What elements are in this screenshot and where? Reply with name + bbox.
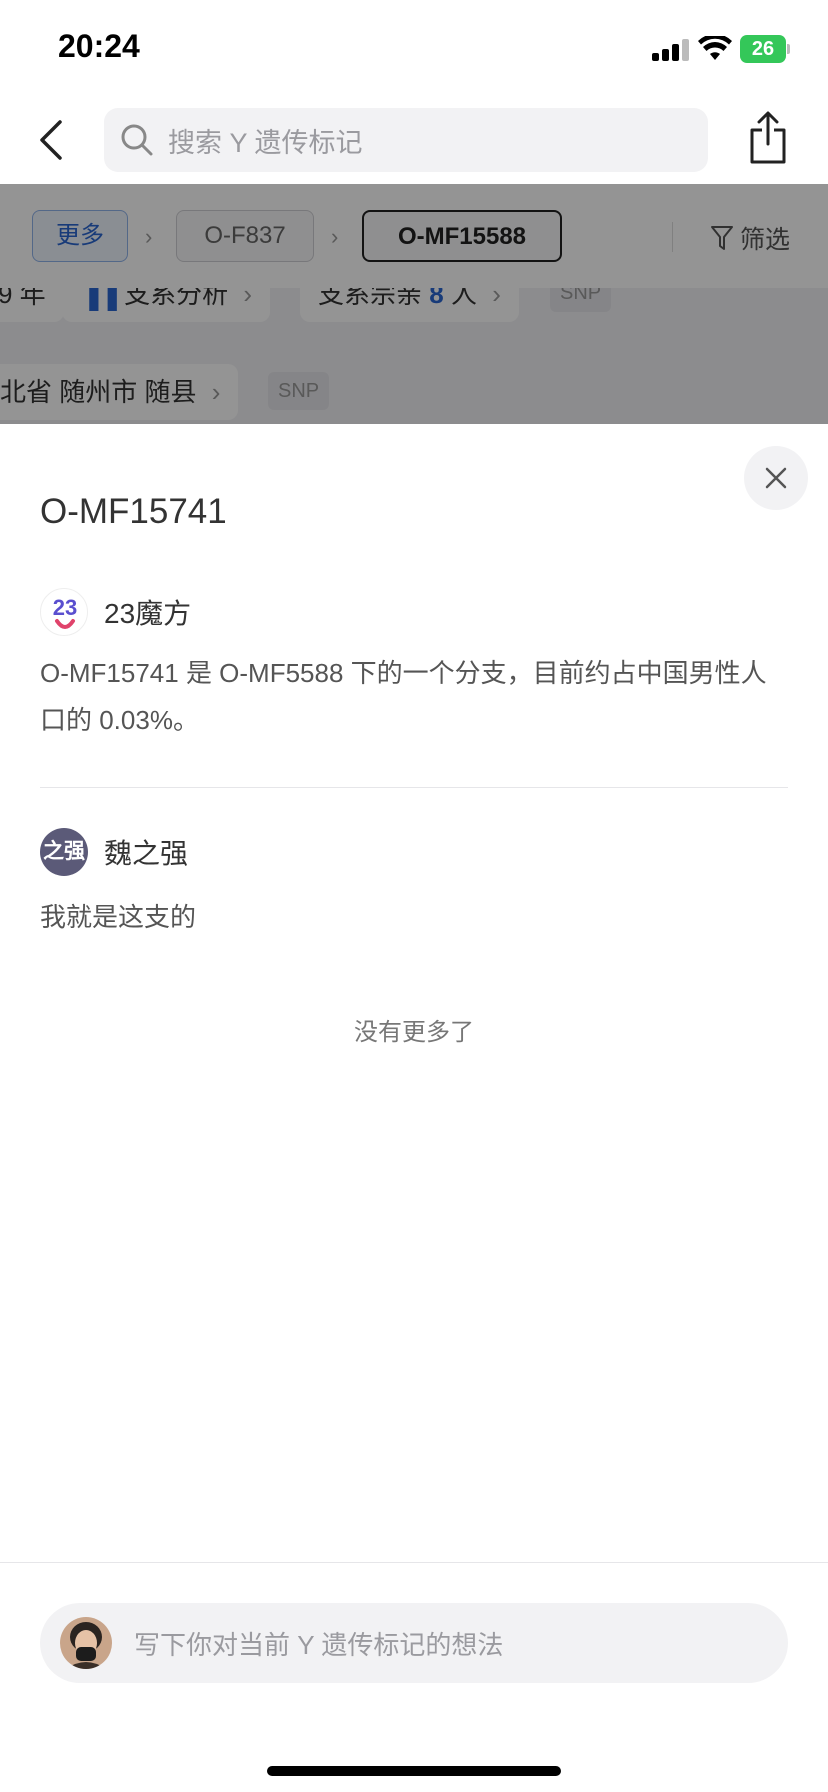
close-button[interactable]	[744, 446, 808, 510]
comment-input[interactable]: 写下你对当前 Y 遗传标记的想法	[40, 1603, 788, 1683]
comment-text: O-MF15741 是 O-MF5588 下的一个分支，目前约占中国男性人口的 …	[40, 658, 767, 735]
share-icon	[750, 111, 786, 164]
battery-icon: 26	[740, 35, 790, 63]
comment-placeholder: 写下你对当前 Y 遗传标记的想法	[134, 1629, 504, 1660]
home-indicator	[267, 1766, 561, 1776]
23mofang-logo-icon: 23	[53, 595, 77, 629]
divider	[0, 1562, 828, 1563]
wifi-icon	[698, 36, 732, 60]
back-button[interactable]	[28, 114, 72, 166]
comment-author: 23 23魔方	[40, 588, 191, 636]
chevron-left-icon	[40, 120, 62, 160]
comment-author: 之强 魏之强	[40, 828, 188, 876]
divider	[40, 787, 788, 788]
comment-text: 我就是这支的	[40, 902, 197, 932]
share-button[interactable]	[748, 110, 792, 170]
svg-text:23: 23	[53, 595, 77, 620]
avatar: 之强	[40, 828, 88, 876]
status-time: 20:24	[58, 28, 140, 64]
author-name: 23魔方	[104, 598, 192, 629]
battery-level: 26	[740, 35, 786, 63]
close-icon	[765, 467, 787, 489]
user-avatar	[60, 1617, 112, 1669]
sheet-title: O-MF15741	[40, 492, 227, 531]
no-more-label: 没有更多了	[354, 1019, 474, 1046]
dim-overlay[interactable]	[0, 184, 828, 424]
top-nav: 搜索 Y 遗传标记	[0, 96, 828, 184]
search-input[interactable]: 搜索 Y 遗传标记	[104, 108, 708, 172]
user-photo-icon	[60, 1617, 112, 1669]
status-bar: 20:24 26	[0, 0, 828, 96]
search-placeholder: 搜索 Y 遗传标记	[168, 127, 363, 158]
search-icon	[121, 124, 153, 156]
avatar: 23	[40, 588, 88, 636]
avatar-text: 之强	[43, 840, 85, 863]
author-name: 魏之强	[104, 838, 189, 869]
comments-sheet: O-MF15741 23 23魔方 O-MF15741 是 O-MF5588 下…	[0, 424, 828, 1792]
cellular-signal-icon	[652, 39, 690, 61]
